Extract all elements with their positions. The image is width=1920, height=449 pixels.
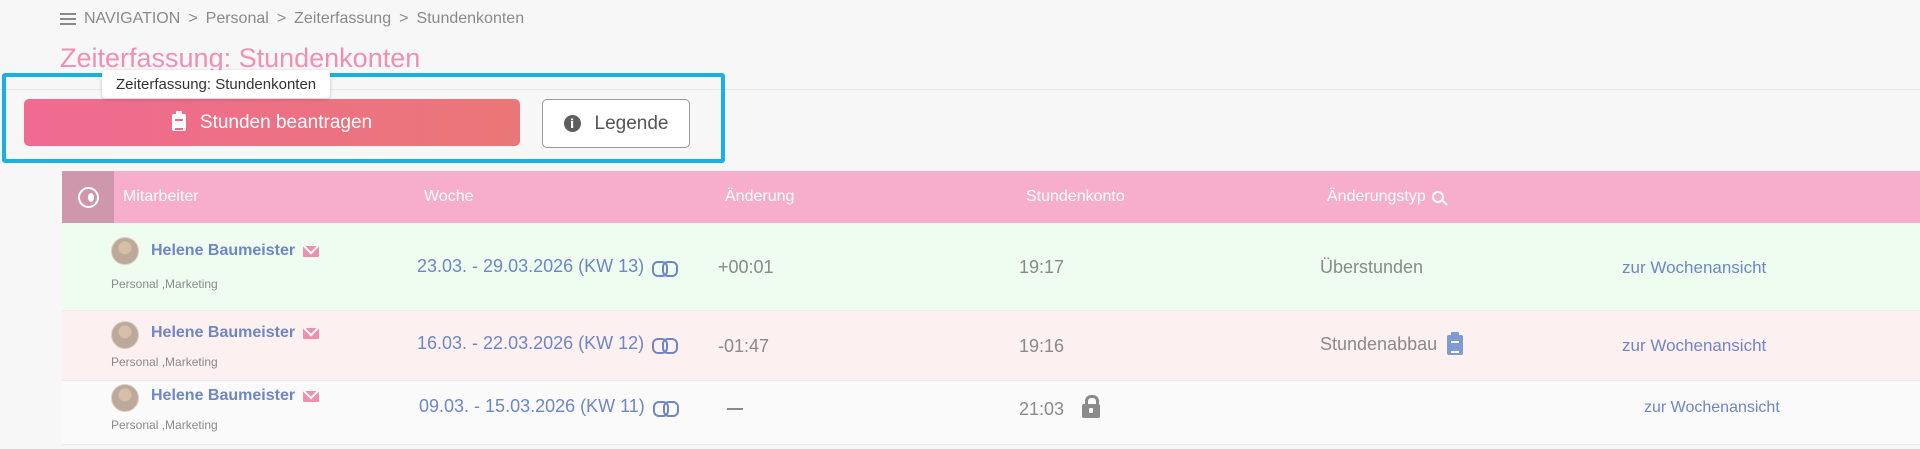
legend-button[interactable]: i Legende — [542, 99, 690, 148]
change-type: Überstunden — [1320, 257, 1423, 278]
change-value: -01:47 — [718, 336, 770, 356]
table-corner[interactable] — [62, 171, 114, 223]
breadcrumb-separator: > — [276, 10, 287, 27]
breadcrumb-item-stundenkonten[interactable]: Stundenkonten — [416, 10, 524, 28]
link-icon — [652, 400, 679, 417]
toggle-icon — [77, 186, 99, 208]
legend-label: Legende — [594, 112, 669, 134]
employee-name[interactable]: Helene Baumeister — [151, 387, 320, 405]
week-view-link[interactable]: zur Wochenansicht — [1622, 336, 1766, 356]
employee-name-label: Helene Baumeister — [151, 387, 296, 404]
change-type: Stundenabbau — [1320, 331, 1464, 355]
change-value: +00:01 — [718, 257, 774, 277]
lock-icon — [1082, 395, 1100, 418]
change-type-label: Überstunden — [1320, 257, 1424, 277]
mail-icon[interactable] — [303, 390, 320, 402]
week-label: 16.03. - 22.03.2026 (KW 12) — [417, 333, 645, 353]
account-value: 21:03 — [1019, 399, 1065, 419]
hamburger-icon[interactable] — [60, 13, 76, 25]
breadcrumb-item-personal[interactable]: Personal — [206, 10, 269, 28]
breadcrumb: NAVIGATION > Personal > Zeiterfassung > … — [60, 9, 524, 29]
column-header-change-type[interactable]: Änderungstyp — [1327, 171, 1444, 223]
link-icon — [652, 260, 679, 277]
week-label: 23.03. - 29.03.2026 (KW 13) — [417, 256, 645, 276]
search-icon[interactable] — [1431, 191, 1444, 203]
mail-icon[interactable] — [303, 245, 320, 257]
avatar — [111, 384, 139, 412]
breadcrumb-item-zeiterfassung[interactable]: Zeiterfassung — [294, 10, 391, 28]
column-header-label: Änderungstyp — [1327, 188, 1426, 205]
clipboard-icon — [171, 111, 186, 131]
mail-icon[interactable] — [303, 327, 320, 339]
column-header-employee[interactable]: Mitarbeiter — [123, 171, 199, 223]
page: NAVIGATION > Personal > Zeiterfassung > … — [0, 0, 1920, 449]
column-header-label: Mitarbeiter — [123, 188, 199, 205]
employee-name-label: Helene Baumeister — [151, 242, 296, 259]
nav-label[interactable]: NAVIGATION — [84, 10, 180, 28]
employee-department: Personal ,Marketing — [111, 355, 218, 369]
table-header: Mitarbeiter Woche Änderung Stundenkonto … — [62, 171, 1920, 223]
week-view-link[interactable]: zur Wochenansicht — [1644, 399, 1780, 417]
account-value: 19:16 — [1019, 336, 1065, 356]
avatar — [111, 321, 139, 349]
table-row[interactable]: Helene Baumeister Personal ,Marketing 16… — [62, 311, 1920, 381]
column-header-change[interactable]: Änderung — [725, 171, 794, 223]
employee-name[interactable]: Helene Baumeister — [151, 242, 320, 260]
employee-department: Personal ,Marketing — [111, 418, 218, 432]
week-view-link[interactable]: zur Wochenansicht — [1622, 258, 1766, 278]
breadcrumb-separator: > — [188, 10, 198, 27]
week-link[interactable]: 23.03. - 29.03.2026 (KW 13) — [417, 256, 679, 277]
column-header-week[interactable]: Woche — [424, 171, 474, 223]
tooltip: Zeiterfassung: Stundenkonten — [102, 70, 331, 98]
employee-name[interactable]: Helene Baumeister — [151, 324, 320, 342]
hours-account-table: Mitarbeiter Woche Änderung Stundenkonto … — [62, 171, 1920, 445]
request-hours-label: Stunden beantragen — [199, 111, 373, 133]
column-header-account[interactable]: Stundenkonto — [1026, 171, 1125, 223]
request-hours-button[interactable]: Stunden beantragen — [24, 99, 520, 146]
empty-change-dash — [727, 408, 743, 410]
employee-name-label: Helene Baumeister — [151, 324, 296, 341]
column-header-label: Stundenkonto — [1026, 188, 1125, 205]
table-row[interactable]: Helene Baumeister Personal ,Marketing 09… — [62, 381, 1920, 445]
week-link[interactable]: 16.03. - 22.03.2026 (KW 12) — [417, 333, 679, 354]
link-icon — [652, 337, 679, 354]
table-row[interactable]: Helene Baumeister Personal ,Marketing 23… — [62, 223, 1920, 311]
week-label: 09.03. - 15.03.2026 (KW 11) — [419, 396, 645, 416]
change-type-label: Stundenabbau — [1320, 334, 1438, 354]
avatar — [111, 237, 139, 265]
breadcrumb-separator: > — [399, 10, 409, 27]
week-link[interactable]: 09.03. - 15.03.2026 (KW 11) — [419, 396, 679, 417]
clipboard-icon[interactable] — [1447, 331, 1464, 355]
account-value: 19:17 — [1019, 257, 1065, 277]
employee-department: Personal ,Marketing — [111, 277, 218, 291]
column-header-label: Änderung — [725, 188, 795, 205]
info-icon: i — [563, 115, 581, 132]
column-header-label: Woche — [424, 188, 474, 205]
